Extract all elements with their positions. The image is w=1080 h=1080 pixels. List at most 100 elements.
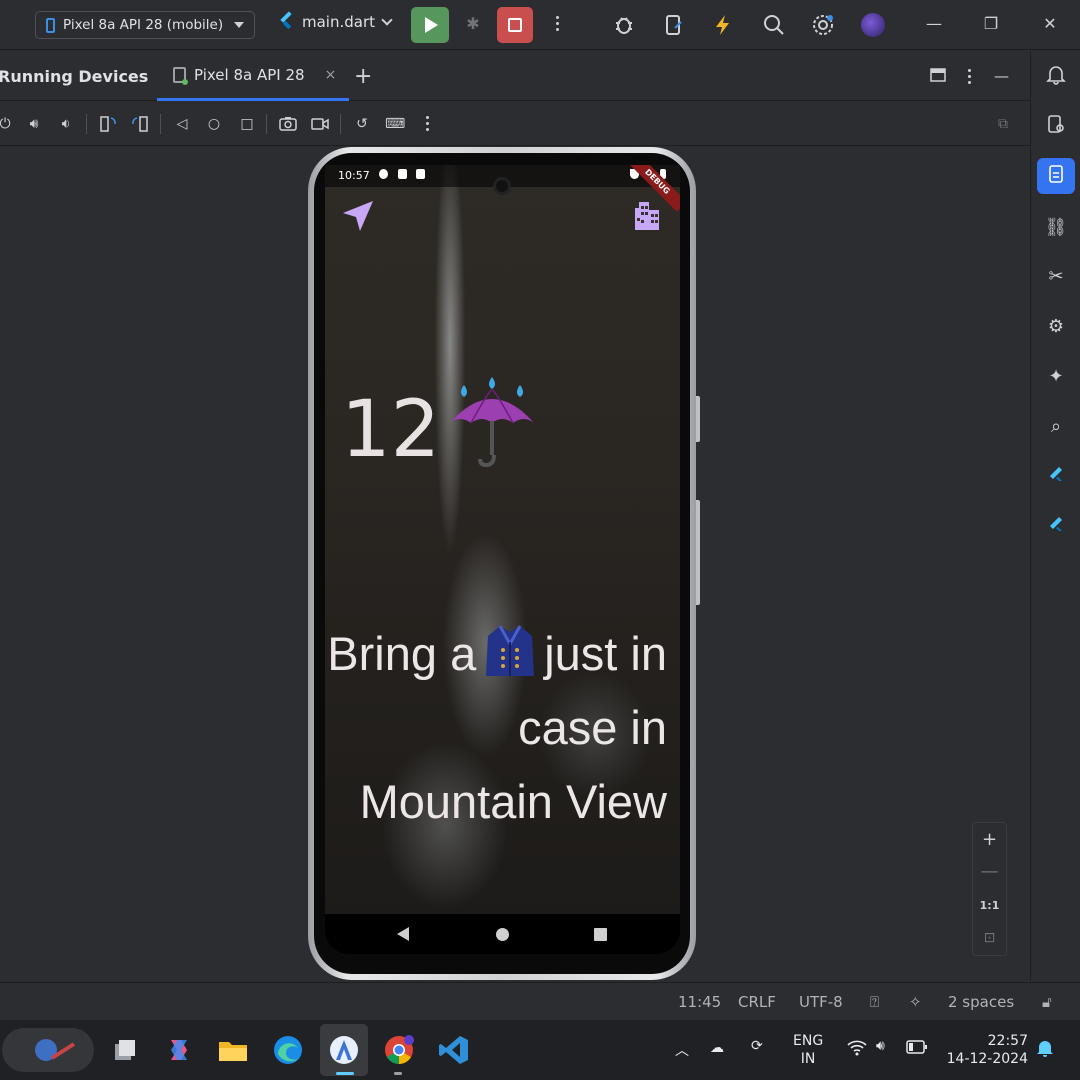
close-window-button[interactable]: ✕	[1038, 12, 1062, 36]
clock-datetime[interactable]: 22:57 14-12-2024	[944, 1032, 1028, 1068]
rotate-left-icon[interactable]	[98, 114, 118, 134]
ai-assist-icon[interactable]: ✧	[909, 993, 922, 1011]
run-config-selector[interactable]: main.dart	[278, 13, 393, 31]
overview-icon[interactable]: □	[237, 114, 257, 134]
notifications-bell-icon[interactable]	[1043, 63, 1069, 89]
gemini-icon[interactable]: ✦	[1043, 364, 1069, 390]
edge-browser-icon[interactable]	[272, 1034, 304, 1066]
tab-close-icon[interactable]: ×	[325, 67, 337, 83]
power-icon[interactable]: ⏻	[0, 114, 15, 134]
stop-button[interactable]	[497, 7, 533, 43]
home-icon[interactable]: ○	[204, 114, 224, 134]
android-studio-icon[interactable]	[328, 1034, 360, 1066]
add-device-tab-button[interactable]: +	[354, 64, 372, 89]
keyboard-icon[interactable]: ⌨	[385, 114, 405, 134]
flutter-icon	[278, 13, 294, 31]
inspections-icon[interactable]: ⍰	[870, 993, 879, 1011]
hide-tool-window-button[interactable]: —	[994, 67, 1009, 85]
link-icon[interactable]: ⛓	[1043, 215, 1069, 241]
tab-label: Pixel 8a API 28	[194, 65, 305, 84]
search-screen-icon[interactable]: ⧉	[993, 114, 1013, 134]
run-config-label: main.dart	[302, 13, 376, 31]
nav-home-icon[interactable]	[496, 928, 509, 941]
tab-pixel-8a[interactable]: Pixel 8a API 28 ×	[157, 51, 349, 101]
restore-window-button[interactable]: ❐	[979, 12, 1003, 36]
wifi-icon[interactable]	[847, 1040, 867, 1060]
notification-bell-icon[interactable]	[1036, 1038, 1054, 1062]
language-indicator[interactable]: ENG IN	[793, 1032, 823, 1068]
window-layout-icon[interactable]	[930, 67, 946, 87]
active-indicator	[336, 1072, 354, 1075]
zoom-out-button[interactable]: —	[973, 857, 1006, 887]
line-separator[interactable]: CRLF	[738, 993, 776, 1011]
back-icon[interactable]: ◁	[172, 114, 192, 134]
run-button[interactable]	[411, 7, 449, 43]
battery-icon[interactable]	[906, 1040, 928, 1058]
nav-back-icon[interactable]	[397, 927, 409, 941]
settings-status-icon	[379, 169, 388, 179]
app-screen[interactable]: 10:57 DEBUG 12 Bring a just in case in M…	[325, 165, 680, 915]
onedrive-cloud-icon[interactable]: ☁	[710, 1040, 724, 1056]
city-buildings-icon[interactable]	[631, 198, 665, 230]
status-clock: 10:57	[338, 169, 370, 182]
rotate-right-icon[interactable]	[130, 114, 150, 134]
chevron-down-icon	[381, 14, 393, 26]
language-code: ENG	[793, 1033, 824, 1049]
vscode-icon[interactable]	[438, 1034, 470, 1066]
snapshots-icon[interactable]: ↺	[352, 114, 372, 134]
zoom-fit-button[interactable]: ⊡	[973, 923, 1006, 953]
task-view-icon[interactable]	[109, 1034, 141, 1066]
layout-inspector-icon[interactable]: ✂	[1043, 264, 1069, 290]
nav-recents-icon[interactable]	[594, 928, 607, 941]
device-selector[interactable]: Pixel 8a API 28 (mobile)	[35, 11, 255, 39]
navigation-arrow-icon[interactable]	[341, 199, 375, 233]
phone-volume-button[interactable]	[696, 500, 700, 605]
flutter-performance-icon[interactable]	[1043, 514, 1069, 540]
widgets-button[interactable]	[2, 1028, 94, 1072]
attach-debugger-icon[interactable]	[612, 13, 636, 37]
screenshot-camera-icon[interactable]	[278, 114, 298, 134]
android-nav-bar	[325, 914, 680, 954]
lock-icon[interactable]: 🔓︎	[1042, 993, 1052, 1011]
sync-update-icon[interactable]: ⟳	[751, 1038, 763, 1054]
phone-power-button[interactable]	[696, 396, 700, 442]
screen-record-icon[interactable]	[310, 114, 330, 134]
caret-position[interactable]: 11:45	[678, 993, 721, 1011]
avatar[interactable]	[861, 13, 885, 37]
clock-date: 14-12-2024	[946, 1051, 1028, 1067]
show-hidden-icons-chevron-icon[interactable]: ︿	[675, 1040, 689, 1060]
file-explorer-icon[interactable]	[217, 1034, 249, 1066]
running-device-icon	[173, 66, 188, 85]
device-manager-icon[interactable]	[662, 13, 686, 37]
more-actions-button[interactable]	[556, 16, 560, 34]
copilot-icon[interactable]	[163, 1034, 195, 1066]
emulator-extended-icon[interactable]: ⚙	[1043, 314, 1069, 340]
apply-changes-icon[interactable]	[711, 13, 735, 37]
search-icon[interactable]	[762, 13, 786, 37]
volume-icon[interactable]: 🔊︎	[876, 1038, 885, 1054]
running-devices-icon[interactable]	[1043, 163, 1069, 189]
device-explorer-icon[interactable]	[1043, 113, 1069, 139]
debug-button[interactable]: ✱	[462, 14, 484, 36]
temperature-display: 12	[341, 377, 540, 475]
running-devices-header: Running Devices Pixel 8a API 28 × + —	[0, 51, 1030, 101]
settings-gear-icon[interactable]	[811, 13, 835, 37]
inspect-icon[interactable]: ⌕	[1043, 414, 1069, 440]
minimize-window-button[interactable]: —	[922, 12, 946, 36]
language-region: IN	[800, 1051, 816, 1067]
volume-down-icon[interactable]: 🔉︎	[56, 114, 76, 134]
play-icon	[425, 17, 438, 33]
umbrella-with-rain-icon	[450, 377, 535, 468]
chrome-icon[interactable]	[383, 1034, 415, 1066]
zoom-in-button[interactable]: +	[973, 825, 1006, 855]
device-more-button[interactable]	[426, 116, 430, 134]
open-indicator	[394, 1072, 402, 1075]
volume-up-icon[interactable]: 🔊︎	[24, 114, 44, 134]
file-encoding[interactable]: UTF-8	[799, 993, 843, 1011]
tool-window-options-button[interactable]	[968, 69, 972, 87]
zoom-actual-size-button[interactable]: 1:1	[973, 891, 1006, 921]
title-bar: Pixel 8a API 28 (mobile) main.dart ✱ — ❐	[0, 0, 1080, 50]
stop-icon	[508, 18, 522, 32]
indent-setting[interactable]: 2 spaces	[948, 993, 1014, 1011]
flutter-inspector-icon[interactable]	[1043, 464, 1069, 490]
